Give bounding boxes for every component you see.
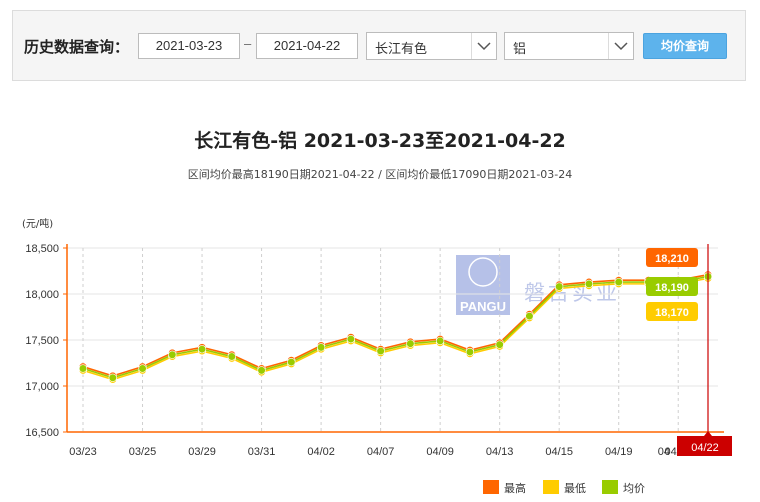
avg-value-tag: 18,190 [655,282,689,294]
y-tick-label: 17,000 [25,381,59,393]
x-tick-label: 04/07 [367,446,395,458]
date-tag-label: 04/22 [691,442,719,454]
high-value-tag: 18,210 [655,253,689,265]
data-point [465,347,475,357]
data-point [584,279,594,288]
x-tick-label: 03/31 [248,446,276,458]
low-value-tag: 18,170 [655,307,689,319]
data-point [406,339,415,348]
x-tick-label: 03/25 [129,446,157,458]
x-tick-label: 04/19 [605,446,633,458]
legend: 最高 最低 均价 [483,480,645,495]
x-tick-label: 04/09 [426,446,454,458]
data-point [436,336,445,346]
data-point [168,350,177,359]
x-tick-label: 03/29 [188,446,216,458]
legend-label: 均价 [623,482,645,495]
y-tick-label: 17,500 [25,335,59,347]
y-axis-unit-label: (元/吨) [22,217,53,230]
price-chart: (元/吨) PANGU 磐古实业 16,50017,00017,50018,00… [22,217,732,495]
data-point [197,345,207,354]
data-point [614,277,623,287]
data-point [78,364,88,373]
data-point [555,282,564,291]
legend-label: 最低 [564,482,586,495]
y-tick-label: 16,500 [25,427,59,439]
data-point [227,352,236,361]
data-point [525,311,534,321]
data-point [316,343,326,352]
data-point [495,340,504,349]
x-tick-label: 04/02 [307,446,335,458]
legend-label: 最高 [504,481,526,495]
data-point [257,366,266,375]
x-tick-label: 03/23 [69,446,97,458]
legend-swatch [483,480,499,494]
x-tick-label: 04/15 [545,446,573,458]
data-point [287,357,296,367]
data-point [138,364,147,373]
y-tick-label: 18,000 [25,289,59,301]
legend-swatch [602,480,618,494]
data-point [346,334,355,344]
grid [67,247,718,432]
data-point [108,373,117,382]
annotations: 18,210 18,190 18,170 04/22 04 [646,244,732,458]
legend-swatch [543,480,559,494]
x-tick-label: 04/13 [486,446,514,458]
data-point [376,346,385,356]
watermark-brand: PANGU [460,299,506,314]
y-tick-label: 18,500 [25,243,59,255]
x-tick-label-partial: 04 [658,446,670,458]
